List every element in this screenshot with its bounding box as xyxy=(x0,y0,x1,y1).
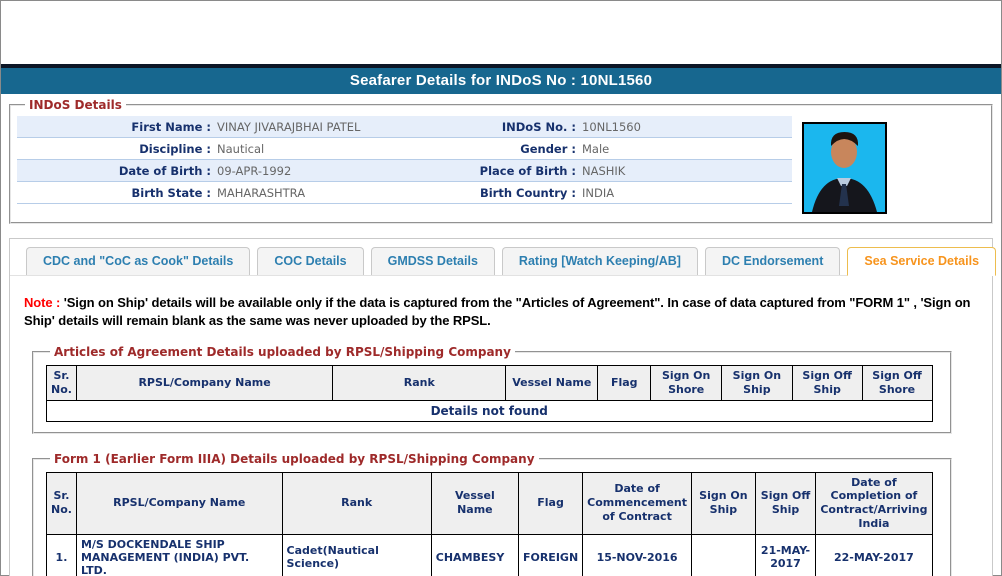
tab-panel: CDC and "CoC as Cook" Details COC Detail… xyxy=(9,238,993,576)
sign-on-ship-cell xyxy=(692,534,756,576)
place-of-birth-label: Place of Birth : xyxy=(467,164,582,178)
col-sr-no: Sr. No. xyxy=(47,366,77,401)
col-vessel-name: Vessel Name xyxy=(506,366,598,401)
details-not-found-message: Details not found xyxy=(47,400,933,421)
col-vessel-name: Vessel Name xyxy=(431,472,518,534)
articles-of-agreement-fieldset: Articles of Agreement Details uploaded b… xyxy=(32,345,952,434)
articles-of-agreement-legend: Articles of Agreement Details uploaded b… xyxy=(50,345,515,359)
form1-table: Sr. No. RPSL/Company Name Rank Vessel Na… xyxy=(46,472,933,576)
tab-dc-endorsement[interactable]: DC Endorsement xyxy=(705,247,840,275)
col-rpsl-company-name: RPSL/Company Name xyxy=(76,472,282,534)
first-name-label: First Name : xyxy=(17,120,217,134)
note-text: Note : 'Sign on Ship' details will be av… xyxy=(24,294,976,329)
col-sign-off-shore: Sign Off Shore xyxy=(862,366,932,401)
vessel-cell: CHAMBESY xyxy=(431,534,518,576)
first-name-value: VINAY JIVARAJBHAI PATEL xyxy=(217,120,467,134)
page: Seafarer Details for INDoS No : 10NL1560… xyxy=(0,0,1002,576)
discipline-label: Discipline : xyxy=(17,142,217,156)
col-date-of-commencement: Date of Commencement of Contract xyxy=(583,472,692,534)
note-prefix: Note : xyxy=(24,295,60,310)
flag-cell: FOREIGN xyxy=(518,534,582,576)
rank-cell: Cadet(Nautical Science) xyxy=(282,534,431,576)
birth-country-value: INDIA xyxy=(582,186,792,200)
table-row: 1. M/S DOCKENDALE SHIP MANAGEMENT (INDIA… xyxy=(47,534,933,576)
form1-header-row: Sr. No. RPSL/Company Name Rank Vessel Na… xyxy=(47,472,933,534)
birth-state-label: Birth State : xyxy=(17,186,217,200)
sign-off-ship-cell: 21-MAY-2017 xyxy=(755,534,816,576)
seafarer-photo xyxy=(802,122,887,214)
tab-gmdss-details[interactable]: GMDSS Details xyxy=(371,247,495,275)
form1-fieldset: Form 1 (Earlier Form IIIA) Details uploa… xyxy=(32,452,952,576)
col-sign-off-ship: Sign Off Ship xyxy=(792,366,862,401)
commencement-cell: 15-NOV-2016 xyxy=(583,534,692,576)
indos-row: First Name : VINAY JIVARAJBHAI PATEL IND… xyxy=(17,116,792,138)
sea-service-tab-content: Note : 'Sign on Ship' details will be av… xyxy=(10,276,992,576)
gender-label: Gender : xyxy=(467,142,582,156)
tab-cdc-coc-as-cook-details[interactable]: CDC and "CoC as Cook" Details xyxy=(26,247,250,275)
note-body: 'Sign on Ship' details will be available… xyxy=(24,295,970,328)
tab-coc-details[interactable]: COC Details xyxy=(257,247,363,275)
col-sign-off-ship: Sign Off Ship xyxy=(755,472,816,534)
tab-strip: CDC and "CoC as Cook" Details COC Detail… xyxy=(10,239,992,276)
indos-row: Discipline : Nautical Gender : Male xyxy=(17,138,792,160)
tab-sea-service-details[interactable]: Sea Service Details xyxy=(847,247,996,276)
indos-row: Date of Birth : 09-APR-1992 Place of Bir… xyxy=(17,160,792,182)
gender-value: Male xyxy=(582,142,792,156)
date-of-birth-value: 09-APR-1992 xyxy=(217,164,467,178)
col-date-of-completion: Date of Completion of Contract/Arriving … xyxy=(816,472,932,534)
col-sign-on-ship: Sign On Ship xyxy=(692,472,756,534)
articles-header-row: Sr. No. RPSL/Company Name Rank Vessel Na… xyxy=(47,366,933,401)
birth-country-label: Birth Country : xyxy=(467,186,582,200)
col-rank: Rank xyxy=(282,472,431,534)
col-sr-no: Sr. No. xyxy=(47,472,77,534)
col-rank: Rank xyxy=(333,366,506,401)
articles-of-agreement-table: Sr. No. RPSL/Company Name Rank Vessel Na… xyxy=(46,365,933,422)
discipline-value: Nautical xyxy=(217,142,467,156)
date-of-birth-label: Date of Birth : xyxy=(17,164,217,178)
col-flag: Flag xyxy=(598,366,651,401)
col-sign-on-shore: Sign On Shore xyxy=(651,366,722,401)
sr-no-cell: 1. xyxy=(47,534,77,576)
indos-row: Birth State : MAHARASHTRA Birth Country … xyxy=(17,182,792,204)
empty-row: Details not found xyxy=(47,400,933,421)
birth-state-value: MAHARASHTRA xyxy=(217,186,467,200)
completion-cell: 22-MAY-2017 xyxy=(816,534,932,576)
indos-no-value: 10NL1560 xyxy=(582,120,792,134)
page-title: Seafarer Details for INDoS No : 10NL1560 xyxy=(1,64,1001,94)
indos-details-legend: INDoS Details xyxy=(25,98,126,112)
tab-rating-watch-keeping-ab[interactable]: Rating [Watch Keeping/AB] xyxy=(502,247,698,275)
col-flag: Flag xyxy=(518,472,582,534)
form1-legend: Form 1 (Earlier Form IIIA) Details uploa… xyxy=(50,452,539,466)
place-of-birth-value: NASHIK xyxy=(582,164,792,178)
col-rpsl-company-name: RPSL/Company Name xyxy=(76,366,332,401)
top-whitespace xyxy=(1,1,1001,64)
indos-details-fieldset: INDoS Details First Name : VINAY JIVARAJ… xyxy=(9,98,993,224)
indos-details-table: First Name : VINAY JIVARAJBHAI PATEL IND… xyxy=(17,116,792,204)
company-cell: M/S DOCKENDALE SHIP MANAGEMENT (INDIA) P… xyxy=(76,534,282,576)
col-sign-on-ship: Sign On Ship xyxy=(722,366,793,401)
indos-no-label: INDoS No. : xyxy=(467,120,582,134)
